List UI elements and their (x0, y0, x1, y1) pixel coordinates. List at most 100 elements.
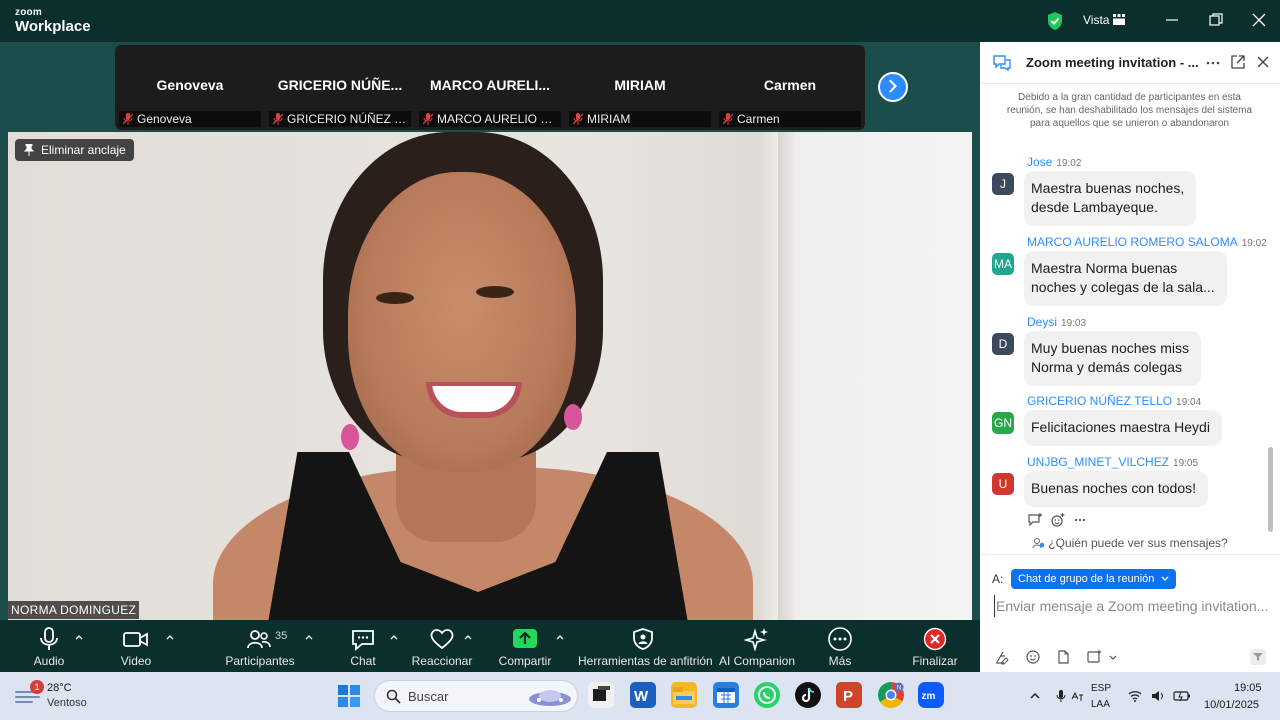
powerpoint-app-icon[interactable]: P (836, 682, 862, 708)
video-label: Video (120, 654, 152, 668)
person-eye (476, 286, 514, 298)
muted-mic-icon (573, 113, 583, 125)
audio-button[interactable]: Audio (28, 620, 70, 672)
show-hidden-icons-chevron-icon[interactable] (1028, 689, 1042, 703)
react-options-chevron-icon[interactable] (463, 633, 473, 641)
caption-text: MIRIAM (587, 112, 631, 126)
more-options-icon[interactable] (1206, 56, 1220, 70)
restore-icon[interactable] (1206, 11, 1226, 29)
participant-tile-caption: MARCO AURELIO RO... (419, 111, 561, 127)
sender-name: MARCO AURELIO ROMERO SALOMA (1027, 235, 1238, 249)
participants-button[interactable]: 35 Participantes (224, 620, 296, 672)
participants-options-chevron-icon[interactable] (304, 633, 314, 641)
message-text: Maestra buenas noches, (1031, 180, 1185, 196)
participant-tile[interactable]: MIRIAM MIRIAM (565, 45, 715, 130)
camera-icon (123, 632, 148, 647)
search-highlight-icon (529, 690, 571, 706)
video-button[interactable]: Video (116, 620, 156, 672)
system-notice: Debido a la gran cantidad de participant… (1006, 92, 1253, 129)
ai-companion-label: AI Companion (718, 654, 796, 668)
share-screen-button[interactable]: Compartir (497, 620, 553, 672)
pinned-video[interactable] (8, 132, 972, 620)
end-call-icon (923, 627, 947, 651)
format-text-icon[interactable] (994, 649, 1010, 665)
recipient-dropdown[interactable]: Chat de grupo de la reunión (1011, 569, 1177, 589)
video-options-chevron-icon[interactable] (165, 633, 175, 641)
host-tools-button[interactable]: Herramientas de anfitrión (578, 620, 713, 672)
message-text: desde Lambayeque. (1031, 199, 1158, 215)
minimize-icon[interactable] (1162, 11, 1182, 29)
clock-date: 10/01/2025 (1204, 699, 1260, 711)
react-button[interactable]: Reaccionar (410, 620, 474, 672)
participant-tile[interactable]: MARCO AURELI... MARCO AURELIO RO... (415, 45, 565, 130)
language-switch-icon[interactable] (1070, 689, 1084, 703)
volume-icon[interactable] (1151, 689, 1165, 703)
emoji-reaction-icon[interactable] (1051, 513, 1065, 527)
unpin-button[interactable]: Eliminar anclaje (15, 139, 134, 161)
participant-tile[interactable]: Genoveva Genoveva (115, 45, 265, 130)
weather-badge: 1 (30, 680, 44, 694)
input-language[interactable]: ESP (1091, 683, 1111, 694)
message-input[interactable] (994, 595, 1272, 617)
chrome-app-icon[interactable]: N (878, 682, 904, 708)
calendar-app-icon[interactable] (713, 682, 739, 708)
svg-text:zm: zm (922, 691, 936, 702)
participant-tile-name: MIRIAM (614, 77, 666, 93)
weather-temperature: 28°C (47, 682, 72, 694)
end-meeting-button[interactable]: Finalizar (910, 620, 960, 672)
chat-button[interactable]: Chat (342, 620, 384, 672)
zoom-logo: zoom Workplace (15, 8, 91, 35)
screenshot-icon[interactable] (1086, 649, 1102, 665)
participant-tile[interactable]: Carmen Carmen (715, 45, 865, 130)
zoom-app-icon[interactable]: zm (918, 682, 944, 708)
chat-panel-title: Zoom meeting invitation - ... (1026, 55, 1199, 70)
more-actions-icon[interactable] (1074, 516, 1086, 524)
more-chevron-down-icon[interactable] (1108, 649, 1118, 665)
input-language-region: LAA (1091, 699, 1110, 710)
participant-tile[interactable]: GRICERIO NÚÑE... GRICERIO NÚÑEZ TE... (265, 45, 415, 130)
speaker-name-tag: NORMA DOMINGUEZ (8, 601, 140, 619)
audio-label: Audio (33, 654, 65, 668)
file-icon[interactable] (1055, 649, 1071, 665)
close-chat-icon[interactable] (1256, 55, 1270, 69)
taskbar-search[interactable]: Buscar (374, 680, 578, 712)
file-explorer-app-icon[interactable] (671, 682, 697, 708)
tiktok-app-icon[interactable] (795, 682, 821, 708)
windows-start-icon[interactable] (337, 684, 361, 708)
compose-toolbar (980, 647, 1280, 667)
microphone-icon (40, 627, 58, 650)
message-text: Buenas noches con todos! (1031, 480, 1197, 496)
participant-tile-name: Carmen (763, 77, 817, 93)
audio-options-chevron-icon[interactable] (74, 633, 84, 641)
task-view-app-icon[interactable] (588, 682, 614, 708)
security-shield-icon[interactable] (1046, 11, 1064, 31)
clock-time[interactable]: 19:05 (1234, 682, 1262, 694)
send-icon[interactable] (1250, 649, 1266, 665)
view-button[interactable]: Vista (1083, 13, 1109, 27)
message-time: 19:02 (1056, 158, 1082, 169)
caption-text: MARCO AURELIO RO... (437, 112, 561, 126)
grid-view-icon[interactable] (1113, 14, 1125, 25)
word-app-icon[interactable]: W (630, 682, 656, 708)
avatar: MA (992, 253, 1014, 275)
microphone-tray-icon[interactable] (1054, 689, 1068, 703)
participant-tile-caption: Genoveva (119, 111, 261, 127)
ai-companion-button[interactable]: AI Companion (718, 620, 796, 672)
share-options-chevron-icon[interactable] (555, 633, 565, 641)
who-can-see-link[interactable]: ¿Quién puede ver sus mensajes? (980, 536, 1280, 550)
more-button[interactable]: Más (820, 620, 860, 672)
avatar: U (992, 473, 1014, 495)
whatsapp-app-icon[interactable] (754, 682, 780, 708)
host-tools-label: Herramientas de anfitrión (578, 654, 713, 668)
chat-options-chevron-icon[interactable] (389, 633, 399, 641)
next-page-arrow-icon[interactable] (878, 72, 908, 102)
close-icon[interactable] (1249, 11, 1269, 29)
svg-text:W: W (634, 688, 649, 705)
reply-icon[interactable] (1028, 513, 1042, 527)
emoji-icon[interactable] (1025, 649, 1041, 665)
wifi-icon[interactable] (1128, 689, 1142, 703)
chat-scrollbar[interactable] (1268, 447, 1273, 532)
battery-icon[interactable] (1173, 689, 1191, 703)
pop-out-icon[interactable] (1231, 55, 1245, 69)
recipient-label: A: (992, 572, 1004, 586)
